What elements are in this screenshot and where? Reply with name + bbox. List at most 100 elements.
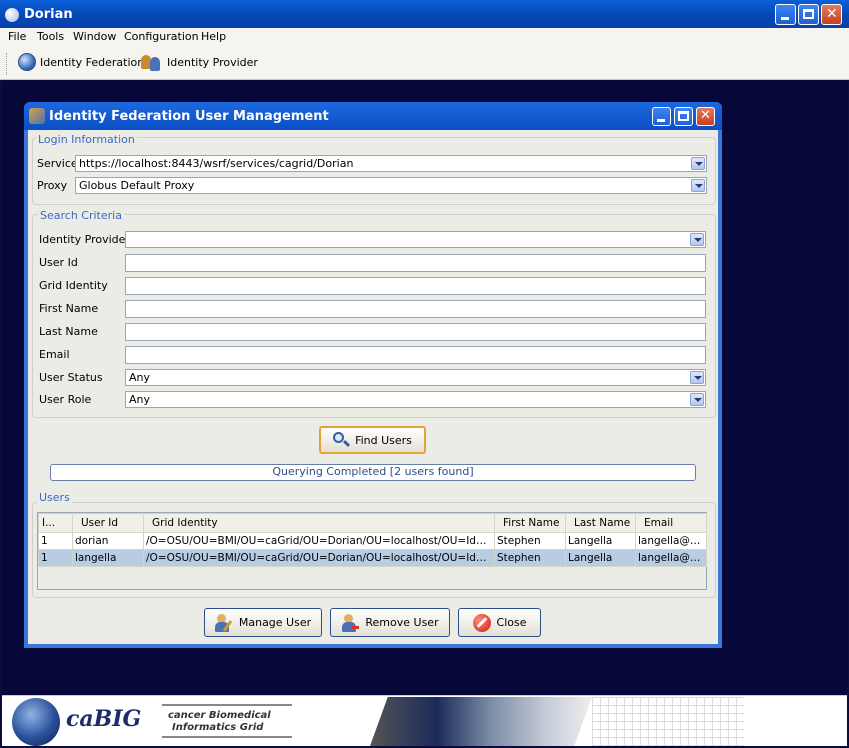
remove-user-label: Remove User (365, 616, 439, 629)
email-label: Email (39, 348, 70, 361)
search-criteria-label: Search Criteria (38, 209, 124, 222)
banner-line-1: cancer Biomedical (168, 710, 271, 721)
query-status-bar: Querying Completed [2 users found] (50, 464, 696, 481)
cell-email: langella@b... (635, 532, 707, 550)
banner-grid (592, 697, 744, 746)
grid-identity-label: Grid Identity (39, 279, 108, 292)
user-status-label: User Status (39, 371, 103, 384)
dialog-title-bar: Identity Federation User Management ✕ (24, 102, 722, 130)
cabig-logo-text: caBIG (66, 706, 142, 732)
proxy-select[interactable]: Globus Default Proxy (75, 177, 707, 194)
dialog-minimize-button[interactable] (652, 107, 671, 126)
cell-user-id: langella (72, 549, 144, 567)
table-header-row: I... User Id Grid Identity First Name La… (38, 513, 707, 533)
user-edit-icon (214, 613, 233, 632)
menu-file[interactable]: File (8, 30, 26, 43)
banner-image (370, 697, 592, 746)
grid-identity-input[interactable] (125, 277, 706, 295)
identity-provider-select[interactable] (125, 231, 706, 248)
user-id-input[interactable] (125, 254, 706, 272)
dialog-close-button[interactable]: ✕ (696, 107, 715, 126)
last-name-input[interactable] (125, 323, 706, 341)
globe-icon (18, 53, 36, 71)
banner-stripe (162, 704, 292, 706)
dialog-title: Identity Federation User Management (49, 109, 329, 124)
chevron-down-icon[interactable] (690, 233, 704, 246)
column-header-last-name[interactable]: Last Name (565, 513, 636, 533)
table-row[interactable]: 1 dorian /O=OSU/OU=BMI/OU=caGrid/OU=Dori… (38, 532, 707, 550)
column-header-email[interactable]: Email (635, 513, 707, 533)
users-label: Users (37, 491, 72, 504)
cell-first-name: Stephen (494, 549, 566, 567)
users-table-container: I... User Id Grid Identity First Name La… (37, 512, 707, 590)
identity-provider-button[interactable]: Identity Provider (141, 53, 258, 71)
cell-email: langella@b... (635, 549, 707, 567)
cell-user-id: dorian (72, 532, 144, 550)
user-id-label: User Id (39, 256, 78, 269)
query-status-text: Querying Completed [2 users found] (272, 465, 474, 478)
app-icon (5, 8, 19, 22)
cell-first-name: Stephen (494, 532, 566, 550)
magnifier-icon (333, 432, 351, 448)
manage-user-button[interactable]: Manage User (204, 608, 322, 637)
first-name-input[interactable] (125, 300, 706, 318)
dialog-maximize-button[interactable] (674, 107, 693, 126)
identity-federation-button[interactable]: Identity Federation (18, 53, 144, 71)
cell-last-name: Langella (565, 549, 636, 567)
users-icon (141, 53, 163, 71)
close-label: Close (496, 616, 527, 629)
stop-icon (472, 613, 491, 632)
chevron-down-icon[interactable] (690, 371, 704, 384)
maximize-button[interactable] (798, 4, 819, 25)
menu-bar: File Tools Window Configuration Help (0, 28, 849, 47)
user-role-label: User Role (39, 393, 92, 406)
dialog-body: Login Information Service https://localh… (28, 130, 718, 644)
app-title-bar: Dorian ✕ (0, 0, 849, 30)
remove-user-button[interactable]: Remove User (330, 608, 450, 637)
service-value: https://localhost:8443/wsrf/services/cag… (79, 157, 354, 170)
service-label: Service (37, 157, 78, 170)
user-status-value: Any (129, 371, 151, 384)
menu-help[interactable]: Help (201, 30, 226, 43)
chevron-down-icon[interactable] (691, 157, 705, 170)
user-role-select[interactable]: Any (125, 391, 706, 408)
first-name-label: First Name (39, 302, 99, 315)
users-table: I... User Id Grid Identity First Name La… (38, 513, 707, 567)
user-status-select[interactable]: Any (125, 369, 706, 386)
chevron-down-icon[interactable] (691, 179, 705, 192)
menu-window[interactable]: Window (73, 30, 116, 43)
find-users-button[interactable]: Find Users (319, 426, 426, 454)
globe-logo-icon (12, 698, 60, 746)
column-header-first-name[interactable]: First Name (494, 513, 566, 533)
toolbar: Identity Federation Identity Provider (0, 47, 849, 80)
banner-stripe (162, 736, 292, 738)
cell-index: 1 (38, 532, 73, 550)
cabig-banner: caBIG cancer Biomedical Informatics Grid (2, 695, 847, 746)
users-icon (29, 108, 45, 124)
cell-grid-identity: /O=OSU/OU=BMI/OU=caGrid/OU=Dorian/OU=loc… (143, 549, 495, 567)
last-name-label: Last Name (39, 325, 98, 338)
table-row[interactable]: 1 langella /O=OSU/OU=BMI/OU=caGrid/OU=Do… (38, 549, 707, 567)
proxy-label: Proxy (37, 179, 68, 192)
close-button[interactable]: Close (458, 608, 541, 637)
banner-line-2: Informatics Grid (172, 722, 264, 733)
toolbar-grip (6, 53, 9, 75)
user-remove-icon (341, 613, 360, 632)
login-information-label: Login Information (36, 133, 137, 146)
user-role-value: Any (129, 393, 151, 406)
service-select[interactable]: https://localhost:8443/wsrf/services/cag… (75, 155, 707, 172)
proxy-value: Globus Default Proxy (79, 179, 195, 192)
minimize-button[interactable] (775, 4, 796, 25)
email-input[interactable] (125, 346, 706, 364)
column-header-index[interactable]: I... (38, 513, 73, 533)
chevron-down-icon[interactable] (690, 393, 704, 406)
column-header-grid-identity[interactable]: Grid Identity (143, 513, 495, 533)
find-users-label: Find Users (355, 433, 412, 447)
column-header-user-id[interactable]: User Id (72, 513, 144, 533)
menu-tools[interactable]: Tools (37, 30, 64, 43)
cell-grid-identity: /O=OSU/OU=BMI/OU=caGrid/OU=Dorian/OU=loc… (143, 532, 495, 550)
menu-configuration[interactable]: Configuration (124, 30, 199, 43)
identity-provider-label: Identity Provider (167, 55, 258, 69)
close-window-button[interactable]: ✕ (821, 4, 842, 25)
cell-last-name: Langella (565, 532, 636, 550)
